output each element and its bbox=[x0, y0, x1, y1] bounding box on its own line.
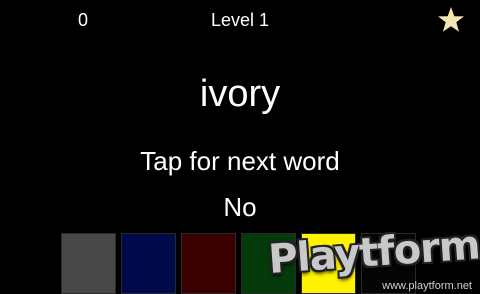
watermark-url: www.playtform.net bbox=[382, 280, 472, 292]
level-indicator: Level 1 bbox=[210, 10, 270, 30]
swatch-gray[interactable] bbox=[61, 233, 116, 294]
next-word-prompt[interactable]: Tap for next word bbox=[0, 145, 480, 177]
swatch-navy[interactable] bbox=[121, 233, 176, 294]
watermark: Playtform www.playtform.net bbox=[267, 222, 480, 294]
star-icon[interactable] bbox=[437, 6, 465, 34]
watermark-logo: Playtform bbox=[267, 222, 480, 283]
swatch-maroon[interactable] bbox=[181, 233, 236, 294]
color-word: ivory bbox=[199, 73, 281, 115]
answer-feedback: No bbox=[223, 192, 257, 222]
score-counter: 0 bbox=[77, 10, 88, 30]
